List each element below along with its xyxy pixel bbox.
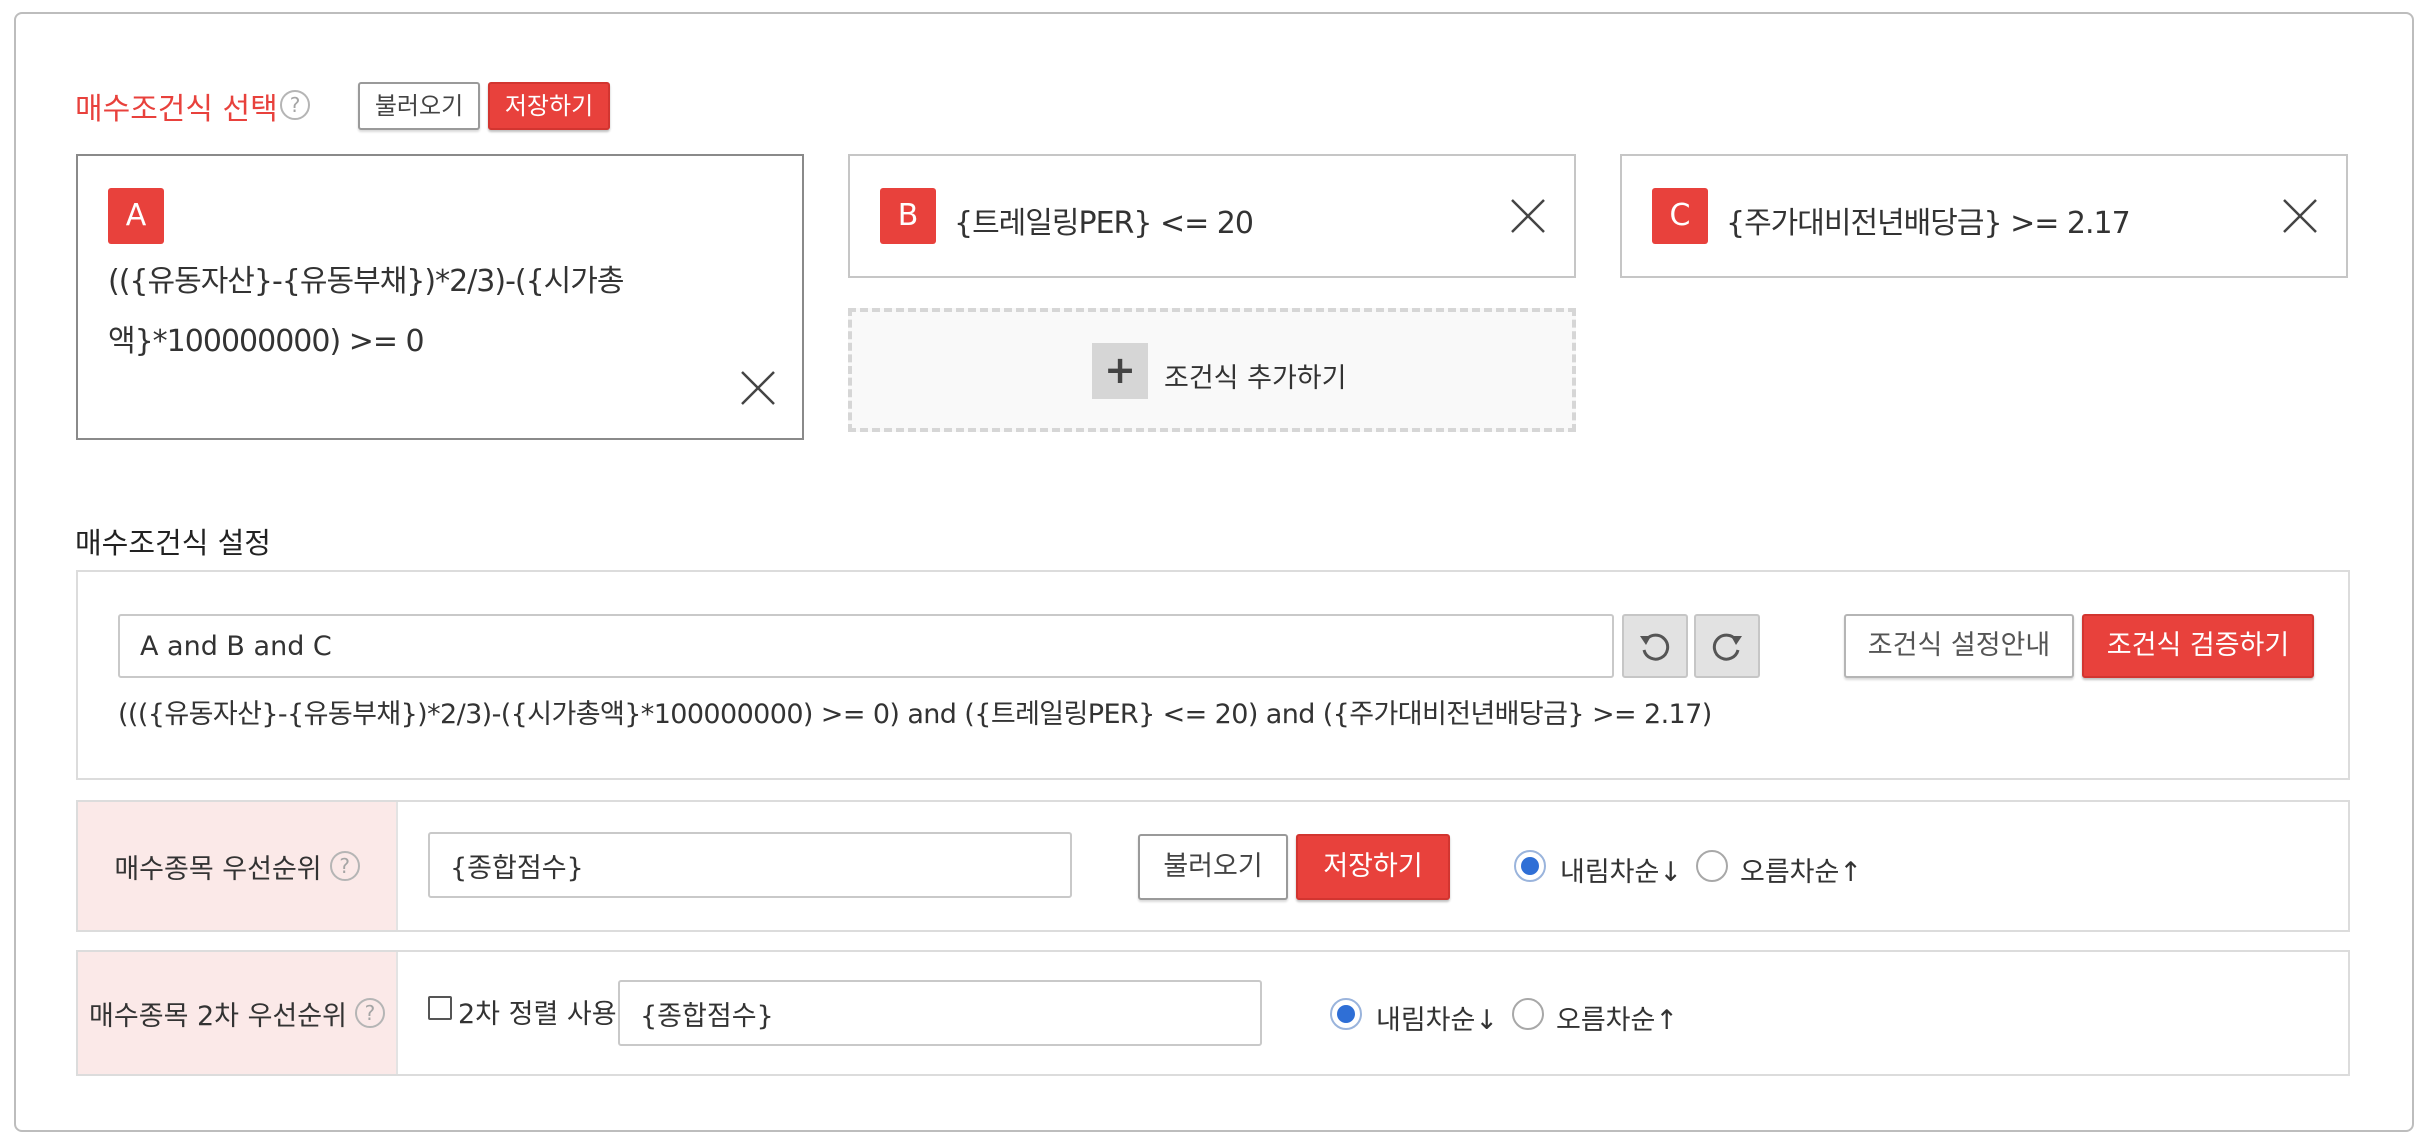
close-icon[interactable] (2282, 198, 2318, 234)
condition-text-line1: (({유동자산}-{유동부채})*2/3)-({시가총 (108, 264, 624, 299)
radio-descending[interactable] (1514, 850, 1546, 882)
descending-label: 내림차순↓ (1376, 1005, 1498, 1036)
condition-letter-badge: C (1652, 188, 1708, 244)
buy-condition-select-title: 매수조건식 선택 (75, 92, 278, 127)
help-icon[interactable]: ? (354, 998, 385, 1028)
condition-guide-button[interactable]: 조건식 설정안내 (1844, 614, 2074, 678)
ascending-label: 오름차순↑ (1740, 857, 1862, 888)
undo-button[interactable] (1622, 614, 1688, 678)
redo-icon (1712, 633, 1742, 661)
priority-label-cell: 매수종목 우선순위 ? (78, 802, 398, 930)
secondary-sort-label: 2차 정렬 사용 (458, 999, 617, 1030)
condition-card-b[interactable]: B {트레일링PER} <= 20 (848, 154, 1576, 278)
priority-label: 매수종목 우선순위 (114, 853, 322, 885)
condition-text-line2: 액}*100000000) >= 0 (108, 324, 425, 359)
undo-icon (1640, 633, 1670, 661)
load-priority-button[interactable]: 불러오기 (1138, 834, 1288, 900)
priority2-input[interactable]: {종합점수} (618, 980, 1262, 1046)
condition-card-a[interactable]: A (({유동자산}-{유동부채})*2/3)-({시가총 액}*1000000… (76, 154, 804, 440)
plus-icon: + (1092, 343, 1148, 399)
priority2-label-cell: 매수종목 2차 우선순위 ? (78, 952, 398, 1074)
secondary-sort-checkbox[interactable] (428, 996, 452, 1020)
condition-text: {주가대비전년배당금} >= 2.17 (1726, 206, 2131, 241)
radio-descending[interactable] (1330, 998, 1362, 1030)
condition-card-c[interactable]: C {주가대비전년배당금} >= 2.17 (1620, 154, 2348, 278)
condition-letter-badge: B (880, 188, 936, 244)
add-condition-label: 조건식 추가하기 (1164, 363, 1347, 394)
condition-setting-panel: A and B and C 조건식 설정안내 조건식 검증하기 ((({유동자산… (76, 570, 2350, 780)
priority2-row: 매수종목 2차 우선순위 ? 2차 정렬 사용 {종합점수} 내림차순↓ 오름차… (76, 950, 2350, 1076)
condition-expression-input[interactable]: A and B and C (118, 614, 1614, 678)
condition-text: {트레일링PER} <= 20 (954, 206, 1254, 241)
add-condition-button[interactable]: + 조건식 추가하기 (848, 308, 1576, 432)
save-conditions-button[interactable]: 저장하기 (488, 82, 610, 130)
save-priority-button[interactable]: 저장하기 (1296, 834, 1450, 900)
close-icon[interactable] (740, 370, 776, 406)
descending-label: 내림차순↓ (1560, 857, 1682, 888)
priority2-label: 매수종목 2차 우선순위 (89, 1000, 347, 1032)
priority-input[interactable]: {종합점수} (428, 832, 1072, 898)
condition-letter-badge: A (108, 188, 164, 244)
expanded-condition-text: ((({유동자산}-{유동부채})*2/3)-({시가총액}*100000000… (118, 699, 1712, 730)
help-icon[interactable]: ? (280, 90, 310, 120)
redo-button[interactable] (1694, 614, 1760, 678)
load-conditions-button[interactable]: 불러오기 (358, 82, 480, 130)
radio-ascending[interactable] (1696, 850, 1728, 882)
close-icon[interactable] (1510, 198, 1546, 234)
priority-row: 매수종목 우선순위 ? {종합점수} 불러오기 저장하기 내림차순↓ 오름차순↑ (76, 800, 2350, 932)
radio-ascending[interactable] (1512, 998, 1544, 1030)
validate-condition-button[interactable]: 조건식 검증하기 (2082, 614, 2314, 678)
ascending-label: 오름차순↑ (1556, 1005, 1678, 1036)
help-icon[interactable]: ? (329, 851, 360, 881)
buy-condition-setting-title: 매수조건식 설정 (75, 526, 271, 560)
